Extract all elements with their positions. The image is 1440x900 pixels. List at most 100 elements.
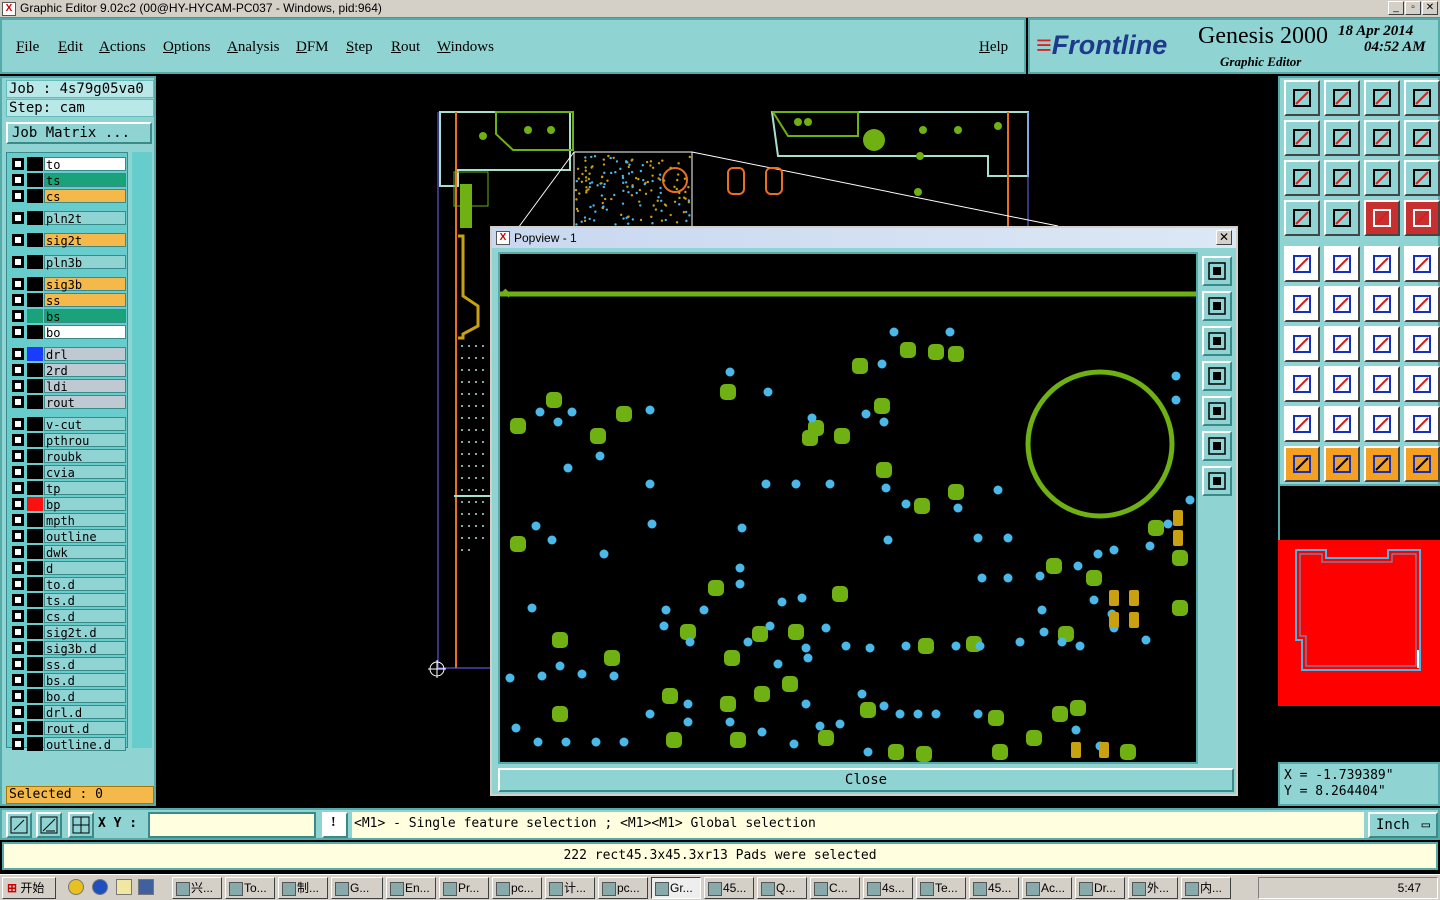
layer-color-swatch[interactable] [27,379,43,393]
split-view-icon[interactable] [1404,80,1440,116]
layer-checkbox[interactable] [12,380,24,392]
pointer-icon[interactable] [1284,446,1320,482]
taskbar-item[interactable]: G... [331,877,383,899]
layer-name[interactable]: to.d [44,577,126,592]
layer-color-swatch[interactable] [27,561,43,575]
layer-list-scrollbar[interactable] [132,152,152,748]
layer-name[interactable]: sig2t.d [44,625,126,640]
layer-row-bo-d[interactable]: bo.d [9,689,129,704]
layer-color-swatch[interactable] [27,529,43,543]
layer-row-dwk[interactable]: dwk [9,545,129,560]
layer-name[interactable]: cvia [44,465,126,480]
layer-checkbox[interactable] [12,310,24,322]
connect-icon[interactable] [1284,286,1320,322]
layer-color-swatch[interactable] [27,433,43,447]
pan-left-icon[interactable] [1284,120,1320,156]
layer-row-sig3b-d[interactable]: sig3b.d [9,641,129,656]
layer-name[interactable]: ts [44,173,126,188]
layer-row-bo[interactable]: bo [9,325,129,340]
layer-row-2rd[interactable]: 2rd [9,363,129,378]
layer-row-cs-d[interactable]: cs.d [9,609,129,624]
menu-file[interactable]: File [16,39,39,56]
close-window-button[interactable]: ✕ [1422,1,1438,15]
layer-checkbox[interactable] [12,418,24,430]
line-minus-icon[interactable] [1324,366,1360,402]
layer-name[interactable]: bo [44,325,126,340]
layer-row-ldi[interactable]: ldi [9,379,129,394]
layer-row-tp[interactable]: tp [9,481,129,496]
layer-color-swatch[interactable] [27,277,43,291]
minimize-button[interactable]: _ [1388,1,1404,15]
layer-checkbox[interactable] [12,190,24,202]
delete-node-icon[interactable] [1324,286,1360,322]
layer-row-to-d[interactable]: to.d [9,577,129,592]
layer-row-ts[interactable]: ts [9,173,129,188]
layer-row-roubk[interactable]: roubk [9,449,129,464]
layer-checkbox[interactable] [12,562,24,574]
taskbar-item[interactable]: Pr... [439,877,489,899]
upload-icon[interactable] [1284,80,1320,116]
layer-checkbox[interactable] [12,514,24,526]
taskbar-item[interactable]: C... [810,877,860,899]
layer-row-outline-d[interactable]: outline.d [9,737,129,752]
grid-toggle-icon[interactable] [1324,200,1360,236]
app-icon[interactable]: X [2,2,16,16]
layer-name[interactable]: bp [44,497,126,512]
layer-checkbox[interactable] [12,626,24,638]
layer-checkbox[interactable] [12,326,24,338]
popview-close-button[interactable]: Close [498,768,1234,792]
layer-color-swatch[interactable] [27,417,43,431]
layer-color-swatch[interactable] [27,545,43,559]
taskbar-item[interactable]: 4s... [863,877,913,899]
arc-icon[interactable] [1364,326,1400,362]
layer-row-outline[interactable]: outline [9,529,129,544]
layer-color-swatch[interactable] [27,189,43,203]
menu-step[interactable]: Step [346,39,373,56]
angle-icon[interactable] [1284,326,1320,362]
layer-name[interactable]: pln2t [44,211,126,226]
layer-checkbox[interactable] [12,578,24,590]
layer-color-swatch[interactable] [27,347,43,361]
warning-button[interactable]: ! [322,812,348,838]
layer-color-swatch[interactable] [27,211,43,225]
layer-name[interactable]: ss.d [44,657,126,672]
pv-pan-right-icon[interactable] [1202,396,1232,426]
layer-checkbox[interactable] [12,234,24,246]
triangle-cross-icon[interactable] [1404,406,1440,442]
layer-checkbox[interactable] [12,466,24,478]
layer-row-to[interactable]: to [9,157,129,172]
zoom-fit-icon[interactable] [6,812,32,838]
quicklaunch-clock-icon[interactable] [68,879,84,895]
layer-checkbox[interactable] [12,364,24,376]
layer-checkbox[interactable] [12,450,24,462]
layer-name[interactable]: bs.d [44,673,126,688]
layer-name[interactable]: dwk [44,545,126,560]
layer-name[interactable]: sig2t [44,233,126,248]
measure-box-icon[interactable] [1364,366,1400,402]
download-icon[interactable] [1324,80,1360,116]
taskbar-item[interactable]: Dr... [1075,877,1125,899]
layer-name[interactable]: ss [44,293,126,308]
layer-name[interactable]: rout [44,395,126,410]
quicklaunch-browser-icon[interactable] [92,879,108,895]
taskbar-item[interactable]: 内... [1181,877,1231,899]
quicklaunch-notes-icon[interactable] [116,879,132,895]
layer-row-drl[interactable]: drl [9,347,129,362]
layer-color-swatch[interactable] [27,577,43,591]
help-icon[interactable] [1404,160,1440,196]
taskbar-item[interactable]: 兴... [172,877,222,899]
home-icon[interactable] [1364,80,1400,116]
layer-name[interactable]: mpth [44,513,126,528]
layer-color-swatch[interactable] [27,293,43,307]
layer-checkbox[interactable] [12,610,24,622]
layer-row-rout-d[interactable]: rout.d [9,721,129,736]
align-icon[interactable] [1404,326,1440,362]
circle-pad-icon[interactable] [1404,246,1440,282]
layer-row-bs[interactable]: bs [9,309,129,324]
layer-checkbox[interactable] [12,722,24,734]
layer-name[interactable]: cs.d [44,609,126,624]
redraw-icon[interactable] [1404,120,1440,156]
zoom-fit-icon[interactable] [1284,160,1320,196]
pv-fit-icon[interactable] [1202,431,1232,461]
taskbar-item[interactable]: 外... [1128,877,1178,899]
